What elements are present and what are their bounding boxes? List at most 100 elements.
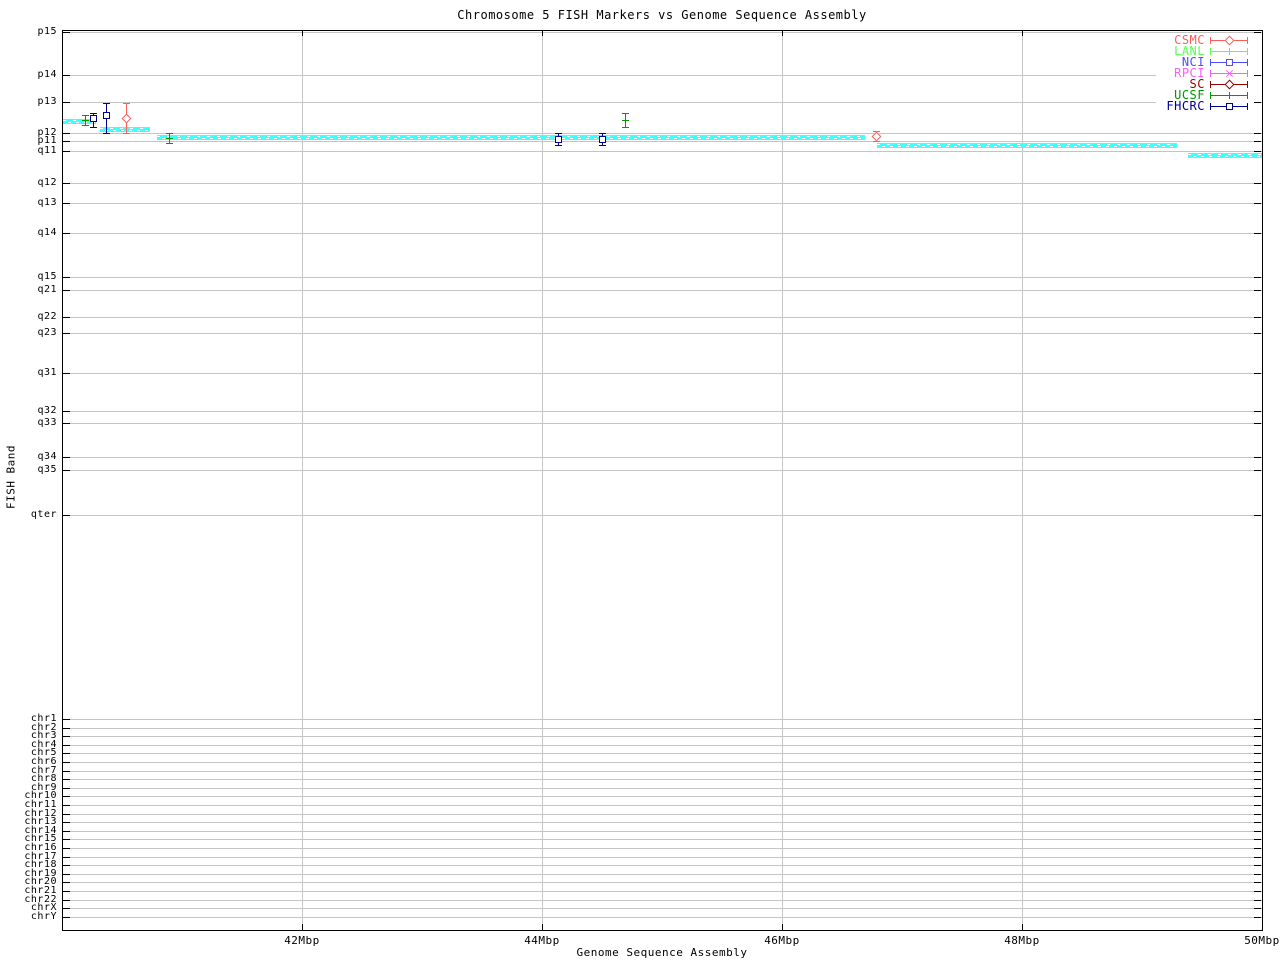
- legend-entry-rpci: RPCI: [1156, 68, 1260, 79]
- plot-border: [62, 30, 1263, 931]
- legend-sample-line: [1210, 46, 1248, 57]
- x-tick: [542, 924, 543, 930]
- legend-sample-line: [1210, 35, 1248, 46]
- row-chr13-tick-left: [63, 822, 70, 823]
- band-q35-tick-left: [63, 470, 70, 471]
- row-chr5-tick-left: [63, 753, 70, 754]
- legend-diamond-marker: [1225, 80, 1235, 90]
- assembly-segment: [100, 127, 150, 132]
- row-chr18-tick-right: [1254, 865, 1261, 866]
- fish-marker-fhcrc-square-marker: [599, 136, 606, 143]
- row-chr10-tick-left: [63, 796, 70, 797]
- assembly-segment: [157, 135, 865, 140]
- assembly-segment: [877, 143, 1177, 148]
- row-chr16-tick-right: [1254, 848, 1261, 849]
- fish-marker-fhcrc-cap: [599, 145, 606, 146]
- legend-cap: [1210, 48, 1211, 55]
- row-chr15-tick-right: [1254, 839, 1261, 840]
- band-p14-tick-left: [63, 75, 70, 76]
- band-q22-tick-right: [1254, 317, 1261, 318]
- row-chrX-tick-right: [1254, 908, 1261, 909]
- row-chr17-tick-left: [63, 857, 70, 858]
- band-q13-tick-left: [63, 203, 70, 204]
- legend-square-marker: [1226, 103, 1233, 110]
- row-chrX-tick-left: [63, 908, 70, 909]
- row-chr17-tick-right: [1254, 857, 1261, 858]
- row-chr20-tick-right: [1254, 882, 1261, 883]
- fish-marker-csmc-cap: [123, 103, 130, 104]
- band-p15-tick-right: [1254, 32, 1261, 33]
- band-q33-tick-right: [1254, 423, 1261, 424]
- band-q23-tick-left: [63, 333, 70, 334]
- band-p11-tick-left: [63, 141, 70, 142]
- legend-cap: [1247, 81, 1248, 88]
- band-p14-label: p14: [0, 70, 57, 80]
- row-chr4-tick-right: [1254, 745, 1261, 746]
- legend-label: FHCRC: [1156, 101, 1205, 112]
- legend-sample-line: [1210, 101, 1248, 112]
- band-q32-tick-left: [63, 411, 70, 412]
- fish-marker-fhcrc-cap: [555, 133, 562, 134]
- band-p13-tick-right: [1254, 102, 1261, 103]
- fish-marker-fhcrc-square-marker: [103, 112, 110, 119]
- band-q23-tick-right: [1254, 333, 1261, 334]
- legend-entry-lanl: LANL: [1156, 46, 1260, 57]
- band-q22-tick-left: [63, 317, 70, 318]
- row-chrY-tick-left: [63, 917, 70, 918]
- fish-marker-ucsf-plus-marker: [169, 135, 170, 142]
- fish-marker-ucsf-cap: [166, 143, 173, 144]
- x-tick: [302, 924, 303, 930]
- row-chr14-tick-left: [63, 831, 70, 832]
- legend-entry-fhcrc: FHCRC: [1156, 101, 1260, 112]
- band-q34-tick-left: [63, 457, 70, 458]
- band-p12-tick-right: [1254, 133, 1261, 134]
- fish-marker-fhcrc-cap: [103, 103, 110, 104]
- row-chr11-tick-right: [1254, 805, 1261, 806]
- fish-marker-fhcrc-cap: [90, 113, 97, 114]
- row-chr3-tick-right: [1254, 736, 1261, 737]
- legend-cap: [1210, 59, 1211, 66]
- fish-marker-fhcrc-cap: [90, 127, 97, 128]
- band-q15-tick-left: [63, 277, 70, 278]
- legend-cap: [1247, 48, 1248, 55]
- band-q34-tick-right: [1254, 457, 1261, 458]
- row-chr4-tick-left: [63, 745, 70, 746]
- x-tick: [782, 924, 783, 930]
- x-axis-title: Genome Sequence Assembly: [62, 946, 1262, 959]
- band-q14-label: q14: [0, 228, 57, 238]
- fish-marker-ucsf-cap: [622, 113, 629, 114]
- band-q11-tick-right: [1254, 151, 1261, 152]
- legend-square-marker: [1226, 59, 1233, 66]
- row-chr9-tick-right: [1254, 788, 1261, 789]
- band-q15-label: q15: [0, 272, 57, 282]
- legend-sample-line: [1210, 68, 1248, 79]
- row-chr6-tick-left: [63, 762, 70, 763]
- band-p13-tick-left: [63, 102, 70, 103]
- row-chr1-tick-right: [1254, 719, 1261, 720]
- fish-marker-fhcrc-square-marker: [555, 136, 562, 143]
- row-chr10-tick-right: [1254, 796, 1261, 797]
- row-chr12-tick-right: [1254, 814, 1261, 815]
- band-q12-label: q12: [0, 178, 57, 188]
- band-q23-label: q23: [0, 328, 57, 338]
- band-p14-tick-right: [1254, 75, 1261, 76]
- row-chr22-tick-right: [1254, 900, 1261, 901]
- x-tick-mirror: [542, 30, 543, 36]
- fish-marker-ucsf-plus-marker: [85, 117, 86, 124]
- band-q21-tick-left: [63, 290, 70, 291]
- fish-marker-fhcrc-cap: [103, 133, 110, 134]
- band-q31-tick-left: [63, 373, 70, 374]
- legend-plus-marker: [1229, 48, 1230, 55]
- band-p15-label: p15: [0, 27, 57, 37]
- row-chr13-tick-right: [1254, 822, 1261, 823]
- legend-cap: [1210, 70, 1211, 77]
- band-q15-tick-right: [1254, 277, 1261, 278]
- row-chr19-tick-right: [1254, 874, 1261, 875]
- band-p13-label: p13: [0, 97, 57, 107]
- row-chr18-tick-left: [63, 865, 70, 866]
- legend-cap: [1210, 92, 1211, 99]
- legend-sample-line: [1210, 57, 1248, 68]
- band-q35-label: q35: [0, 465, 57, 475]
- legend-diamond-marker: [1225, 36, 1235, 46]
- band-qter-tick-left: [63, 515, 70, 516]
